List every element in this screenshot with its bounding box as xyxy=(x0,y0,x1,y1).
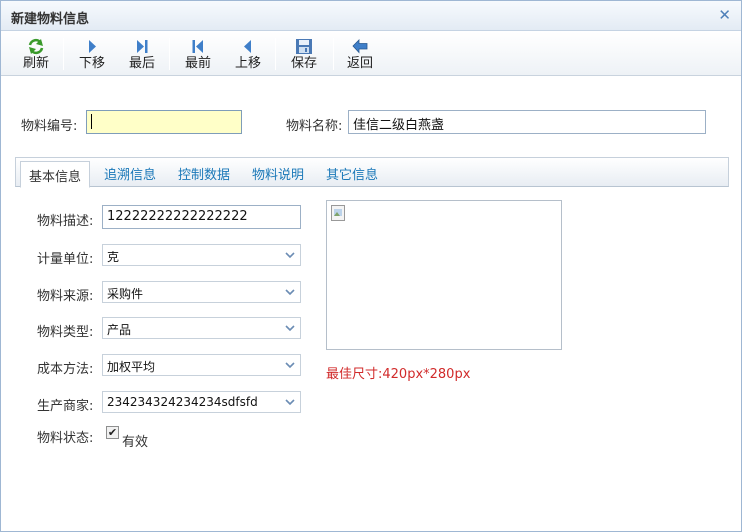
tab-other-info[interactable]: 其它信息 xyxy=(326,164,378,183)
window-title: 新建物料信息 xyxy=(11,12,90,27)
type-label: 物料类型: xyxy=(37,325,94,340)
save-button[interactable]: 保存 xyxy=(287,35,321,73)
toolbar-separator xyxy=(169,38,170,70)
manufacturer-select[interactable]: 234234324234234sdfsfd xyxy=(102,391,301,413)
unit-select[interactable]: 克 xyxy=(102,244,301,266)
refresh-label: 刷新 xyxy=(22,56,49,71)
toolbar: 刷新 下移 最后 最前 上移 保存 返回 xyxy=(1,32,741,76)
image-size-hint: 最佳尺寸:420px*280px xyxy=(326,367,471,382)
material-image-box[interactable] xyxy=(326,200,562,350)
source-select[interactable]: 采购件 xyxy=(102,281,301,303)
status-checkbox[interactable]: ✔ xyxy=(106,426,119,439)
dialog-window: 新建物料信息 ✕ 刷新 下移 最后 最前 上移 保存 返回 物料编号: 物料名称… xyxy=(0,0,742,532)
unit-label: 计量单位: xyxy=(37,252,94,267)
chevron-down-icon xyxy=(285,362,295,369)
triangle-left-icon xyxy=(244,40,251,53)
material-name-input[interactable]: 佳信二级白燕盏 xyxy=(348,110,706,134)
material-code-label: 物料编号: xyxy=(21,119,78,134)
status-label: 物料状态: xyxy=(37,431,94,446)
back-button[interactable]: 返回 xyxy=(343,35,377,73)
unit-value: 克 xyxy=(107,250,120,264)
tab-strip: 基本信息 追溯信息 控制数据 物料说明 其它信息 xyxy=(15,157,729,188)
cost-method-label: 成本方法: xyxy=(37,362,94,377)
toolbar-separator xyxy=(275,38,276,70)
cost-method-select[interactable]: 加权平均 xyxy=(102,354,301,376)
toolbar-separator xyxy=(333,38,334,70)
close-icon[interactable]: ✕ xyxy=(718,6,731,24)
last-label: 最后 xyxy=(128,56,155,71)
broken-image-icon xyxy=(331,205,345,221)
checkmark-icon: ✔ xyxy=(107,426,118,439)
triangle-right-icon xyxy=(89,40,96,53)
source-label: 物料来源: xyxy=(37,289,94,304)
back-label: 返回 xyxy=(346,56,373,71)
chevron-down-icon xyxy=(285,289,295,296)
save-icon xyxy=(296,39,312,54)
status-text: 有效 xyxy=(122,435,149,450)
move-up-label: 上移 xyxy=(234,56,261,71)
title-bar: 新建物料信息 ✕ xyxy=(1,1,741,31)
manufacturer-value: 234234324234234sdfsfd xyxy=(107,395,258,409)
tab-basic-info[interactable]: 基本信息 xyxy=(20,161,90,188)
move-down-label: 下移 xyxy=(78,56,105,71)
description-input[interactable]: 12222222222222222 xyxy=(102,205,301,229)
description-label: 物料描述: xyxy=(37,214,94,229)
type-value: 产品 xyxy=(107,323,132,337)
chevron-down-icon xyxy=(285,325,295,332)
tab-trace-info[interactable]: 追溯信息 xyxy=(104,164,156,183)
back-arrow-icon xyxy=(352,39,368,54)
tab-material-notes[interactable]: 物料说明 xyxy=(252,164,304,183)
cost-method-value: 加权平均 xyxy=(107,360,156,374)
text-cursor xyxy=(91,114,92,129)
skip-last-icon xyxy=(137,40,148,53)
move-up-button[interactable]: 上移 xyxy=(231,35,265,73)
save-label: 保存 xyxy=(290,56,317,71)
material-name-value: 佳信二级白燕盏 xyxy=(353,118,445,133)
tab-control-data[interactable]: 控制数据 xyxy=(178,164,230,183)
manufacturer-label: 生产商家: xyxy=(37,399,94,414)
refresh-button[interactable]: 刷新 xyxy=(19,35,53,73)
description-value: 12222222222222222 xyxy=(107,209,248,224)
last-button[interactable]: 最后 xyxy=(125,35,159,73)
refresh-icon xyxy=(28,38,44,55)
first-label: 最前 xyxy=(184,56,211,71)
chevron-down-icon xyxy=(285,252,295,259)
source-value: 采购件 xyxy=(107,287,144,301)
first-button[interactable]: 最前 xyxy=(181,35,215,73)
type-select[interactable]: 产品 xyxy=(102,317,301,339)
skip-first-icon xyxy=(192,40,203,53)
move-down-button[interactable]: 下移 xyxy=(75,35,109,73)
material-code-input[interactable] xyxy=(86,110,242,134)
chevron-down-icon xyxy=(285,399,295,406)
toolbar-separator xyxy=(63,38,64,70)
material-name-label: 物料名称: xyxy=(286,119,343,134)
